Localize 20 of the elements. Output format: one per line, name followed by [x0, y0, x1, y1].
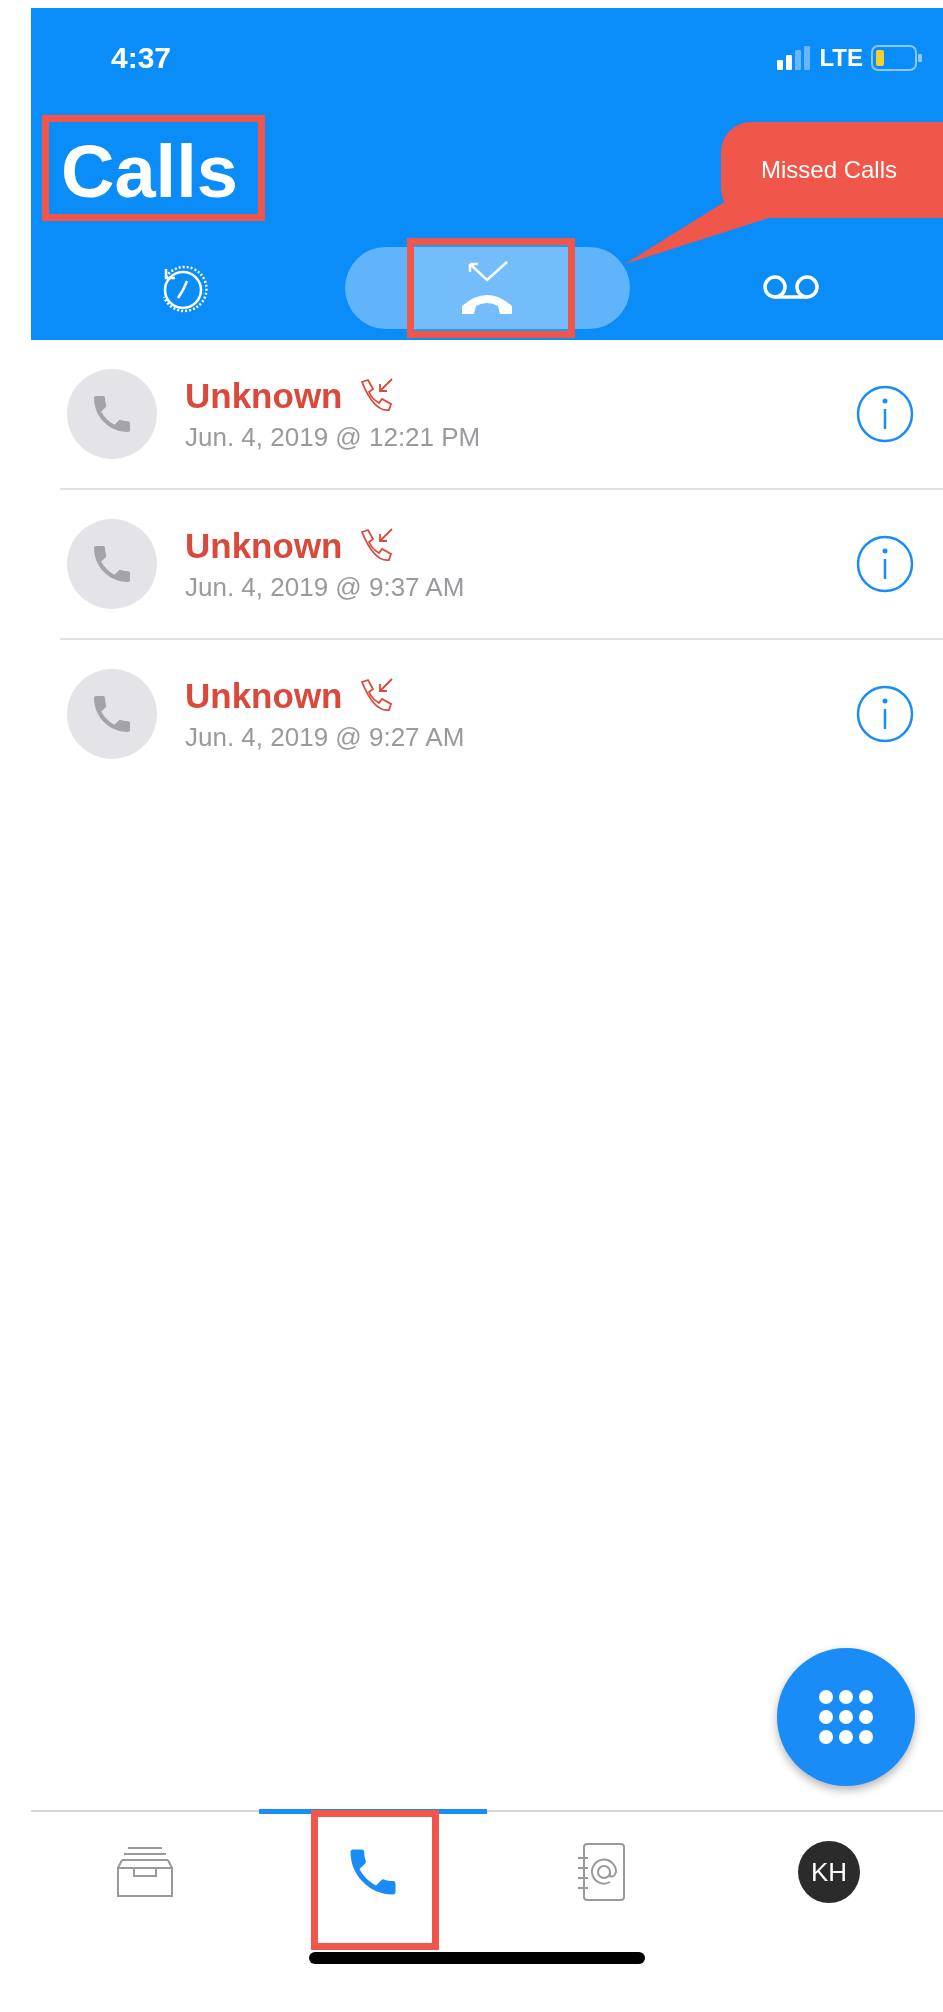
- caller-name: Unknown: [185, 375, 343, 416]
- signal-icon: [777, 46, 812, 70]
- caller-name: Unknown: [185, 525, 343, 566]
- call-time: Jun. 4, 2019 @ 12:21 PM: [185, 421, 482, 453]
- call-time: Jun. 4, 2019 @ 9:27 AM: [185, 721, 466, 753]
- dialpad-icon: [816, 1687, 876, 1747]
- nav-tab[interactable]: KH: [715, 1812, 943, 1952]
- network-label: LTE: [819, 44, 863, 72]
- callout-bubble: Missed Calls: [721, 122, 943, 218]
- dialpad-button[interactable]: [777, 1648, 915, 1786]
- profile-avatar: KH: [798, 1841, 860, 1903]
- call-time: Jun. 4, 2019 @ 9:37 AM: [185, 571, 466, 603]
- page-title: Calls: [61, 130, 238, 213]
- info-button[interactable]: [855, 384, 915, 444]
- info-button[interactable]: [855, 534, 915, 594]
- status-time: 4:37: [111, 41, 172, 75]
- info-button[interactable]: [855, 684, 915, 744]
- battery-icon: [871, 45, 923, 71]
- caller-name: Unknown: [185, 675, 343, 716]
- inbox-tray-icon: [116, 1846, 174, 1898]
